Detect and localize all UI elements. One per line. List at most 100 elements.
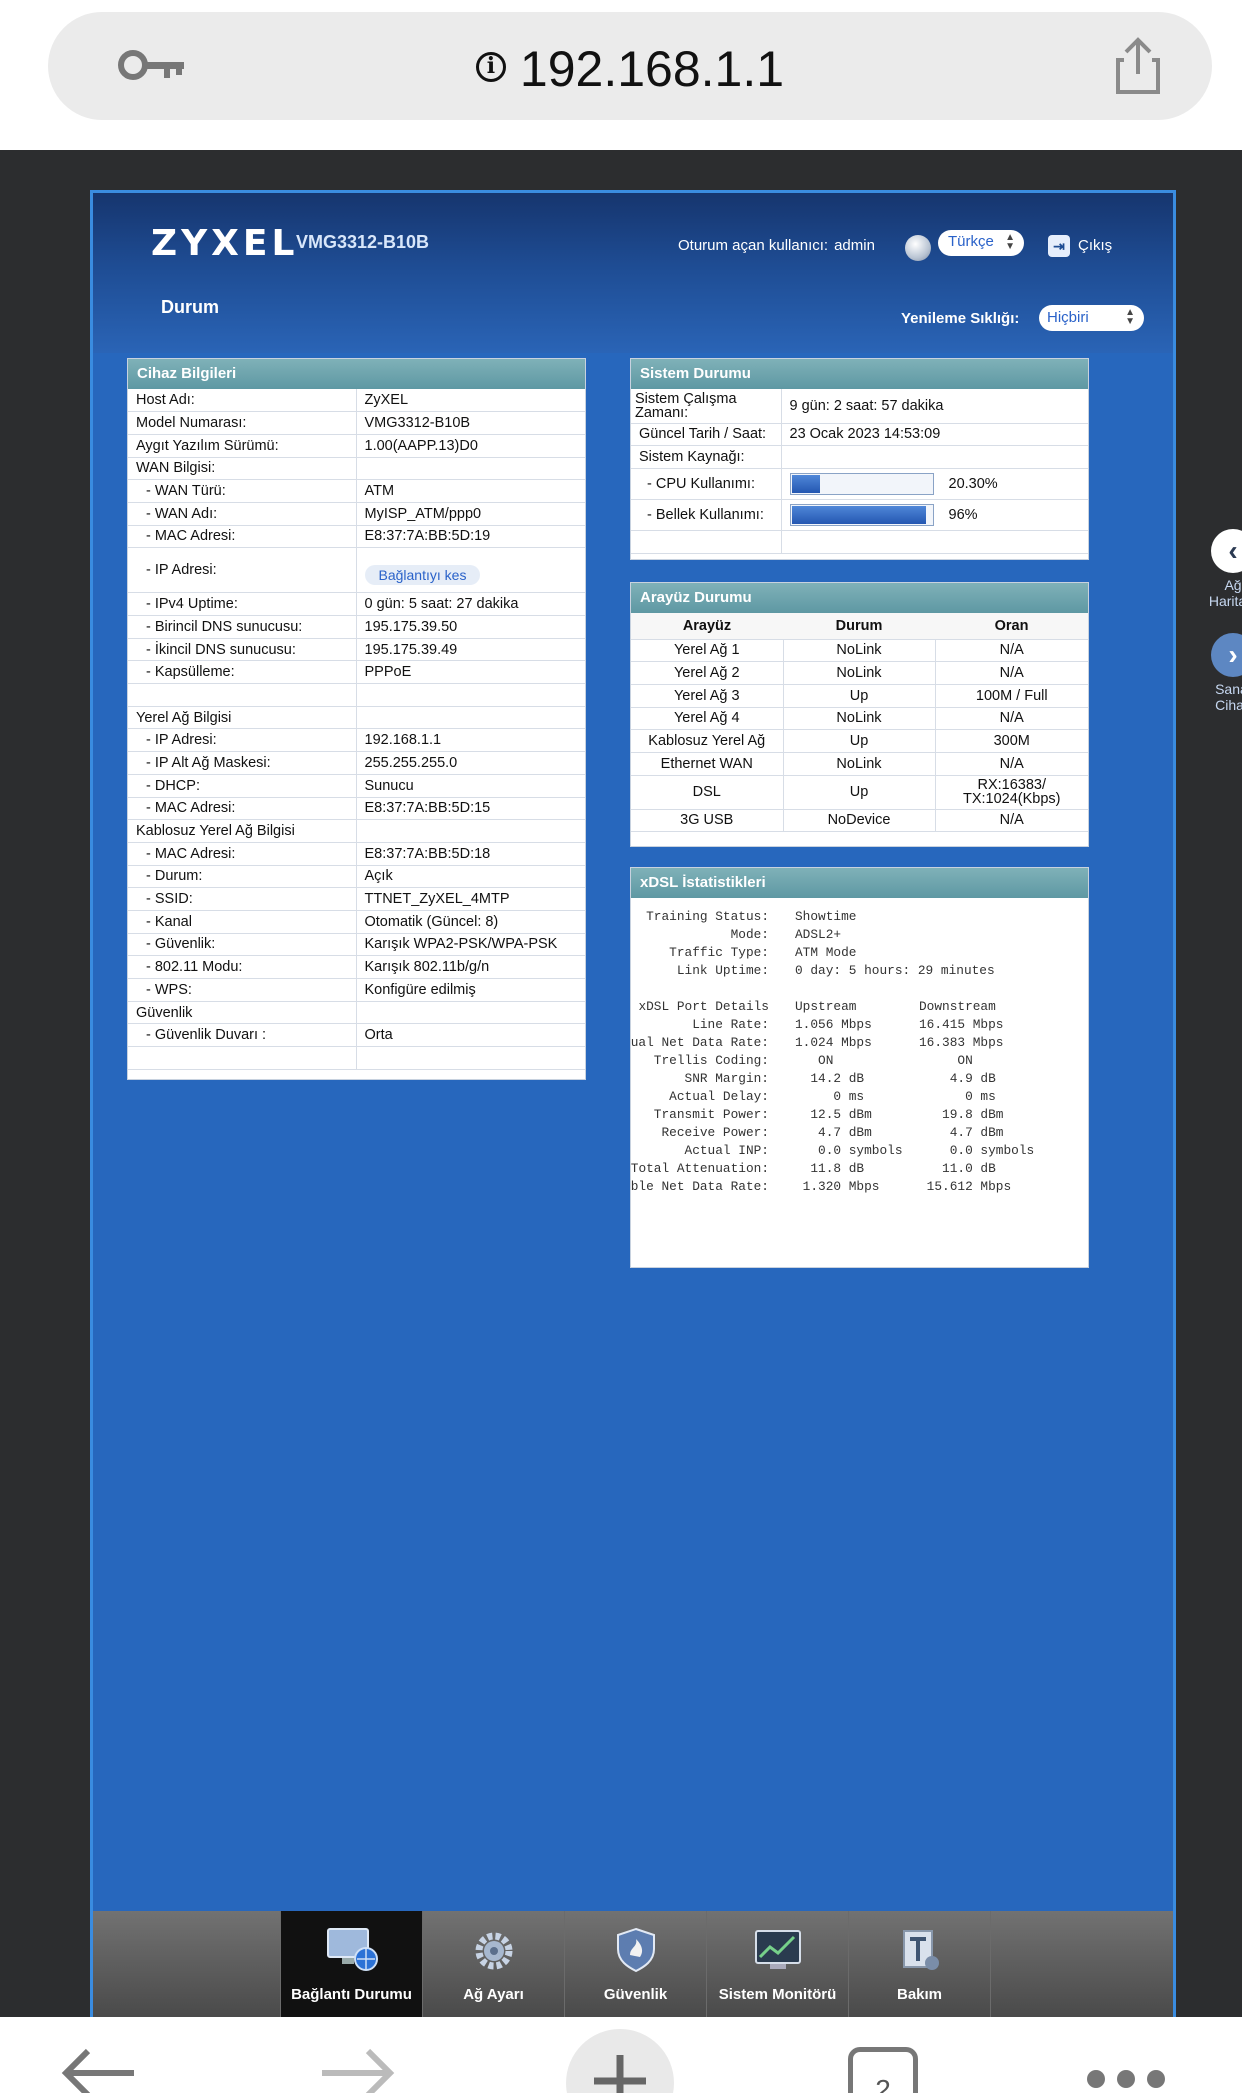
browser-bottom-toolbar: 2	[0, 2017, 1242, 2093]
interface-status-table: Arayüz Durum Oran Yerel Ağ 1 NoLink N/A Yer…	[631, 613, 1088, 833]
table-header-row: Arayüz Durum Oran	[631, 613, 1088, 640]
logout-icon[interactable]: ⇥	[1048, 235, 1070, 257]
xdsl-downstream-value: 4.7 dBm	[919, 1125, 1004, 1140]
table-row: Ethernet WAN NoLink N/A	[631, 752, 1088, 776]
interface-status-panel: Arayüz Durumu Arayüz Durum Oran Yerel Ağ…	[630, 582, 1089, 847]
share-icon[interactable]	[1114, 36, 1162, 96]
table-row: Sistem Çalışma Zamanı: 9 gün: 2 saat: 57…	[631, 389, 1088, 424]
nav-network-settings[interactable]: Ağ Ayarı	[423, 1911, 565, 2017]
network-map-link[interactable]: ‹ Ağ Haritası	[1201, 529, 1242, 609]
device-info-value: Karışık 802.11b/g/n	[356, 955, 585, 979]
memory-usage-fill	[791, 505, 926, 524]
xdsl-row: Attainable Net Data Rate: 1.320 Mbps 15.…	[631, 1178, 1088, 1196]
device-info-key: - Kapsülleme:	[128, 660, 357, 685]
table-row: Güncel Tarih / Saat: 23 Ocak 2023 14:53:…	[631, 423, 1088, 447]
interface-status: Up	[783, 775, 936, 810]
xdsl-row: Trellis Coding: ON ON	[631, 1052, 1088, 1070]
system-status-panel: Sistem Durumu Sistem Çalışma Zamanı: 9 g…	[630, 358, 1089, 560]
xdsl-row: Actual Delay: 0 ms 0 ms	[631, 1088, 1088, 1106]
device-info-key: Host Adı:	[128, 389, 357, 413]
interface-name: Yerel Ağ 3	[631, 684, 784, 708]
refresh-select[interactable]: Hiçbiri ▲ ▼	[1039, 305, 1144, 331]
device-info-value: Sunucu	[356, 774, 585, 798]
nav-system-monitor[interactable]: Sistem Monitörü	[707, 1911, 849, 2017]
url-display[interactable]: i 192.168.1.1	[48, 40, 1212, 98]
monitor-globe-icon	[326, 1928, 378, 1971]
language-select[interactable]: Türkçe ▲ ▼	[938, 230, 1024, 256]
xdsl-label: Traffic Type:	[669, 945, 769, 960]
page-title: Durum	[161, 297, 219, 317]
device-info-value	[356, 1001, 585, 1025]
plus-icon	[594, 2055, 646, 2093]
device-info-key: - Kanal	[128, 910, 357, 934]
nav-connection-status[interactable]: Bağlantı Durumu	[281, 1911, 423, 2017]
gear-icon	[475, 1932, 512, 1970]
xdsl-label: Actual Net Data Rate:	[631, 1035, 769, 1050]
xdsl-label: Attainable Net Data Rate:	[631, 1179, 769, 1194]
device-info-value: ZyXEL	[356, 389, 585, 413]
device-info-value: E8:37:7A:BB:5D:15	[356, 797, 585, 821]
shield-icon	[616, 1927, 655, 1973]
xdsl-upstream-value: 11.8 dB	[795, 1161, 865, 1176]
memory-label: - Bellek Kullanımı:	[631, 499, 782, 531]
table-row: - IP Adresi: Bağlantıyı kes	[128, 547, 585, 594]
xdsl-upstream-value: 0.0 symbols	[795, 1143, 903, 1158]
forward-arrow-icon[interactable]	[318, 2047, 398, 2093]
language-value: Türkçe	[948, 233, 994, 250]
new-tab-button[interactable]	[566, 2029, 674, 2093]
table-row: Sistem Kaynağı:	[631, 445, 1088, 469]
interface-status: NoDevice	[783, 809, 936, 833]
chevron-right-icon: ›	[1211, 633, 1242, 677]
table-row: Kablosuz Yerel Ağ Bilgisi	[128, 819, 585, 843]
device-info-key: - IP Alt Ağ Maskesi:	[128, 751, 357, 775]
device-info-key	[128, 683, 357, 707]
date-value: 23 Ocak 2023 14:53:09	[781, 423, 1088, 447]
table-row: Güvenlik	[128, 1001, 585, 1025]
xdsl-downstream-value: 16.383 Mbps	[919, 1035, 1004, 1050]
more-menu-icon[interactable]	[1084, 2067, 1168, 2091]
xdsl-label: Trellis Coding:	[653, 1053, 769, 1068]
xdsl-upstream-value: 1.024 Mbps	[795, 1035, 872, 1050]
device-info-value: E8:37:7A:BB:5D:18	[356, 842, 585, 866]
interface-name: Ethernet WAN	[631, 752, 784, 776]
device-info-key: - Güvenlik Duvarı :	[128, 1023, 357, 1048]
nav-maintenance[interactable]: Bakım	[849, 1911, 991, 2017]
xdsl-upstream-value: ATM Mode	[795, 945, 857, 960]
interface-status: NoLink	[783, 639, 936, 663]
interface-rate: N/A	[935, 809, 1088, 833]
interface-name: Yerel Ağ 1	[631, 639, 784, 663]
xdsl-downstream-value: 19.8 dBm	[919, 1107, 1004, 1122]
logout-link[interactable]: Çıkış	[1078, 237, 1112, 254]
table-row: WAN Bilgisi:	[128, 457, 585, 481]
xdsl-upstream-value: ON	[795, 1053, 834, 1068]
device-info-key: - IP Adresi:	[128, 728, 357, 753]
cpu-usage-fill	[791, 474, 821, 493]
table-row: Yerel Ağ 2 NoLink N/A	[631, 661, 1088, 685]
tab-count-button[interactable]: 2	[848, 2047, 918, 2093]
nav-security[interactable]: Güvenlik	[565, 1911, 707, 2017]
interface-status: NoLink	[783, 707, 936, 731]
back-arrow-icon[interactable]	[58, 2047, 138, 2093]
device-info-key: - İkincil DNS sunucusu:	[128, 638, 357, 662]
xdsl-label: Link Uptime:	[676, 963, 769, 978]
disconnect-button[interactable]: Bağlantıyı kes	[364, 565, 481, 586]
xdsl-row: Receive Power: 4.7 dBm 4.7 dBm	[631, 1124, 1088, 1142]
interface-name: Kablosuz Yerel Ağ	[631, 729, 784, 753]
table-row: - DHCP: Sunucu	[128, 774, 585, 798]
table-row: - Bellek Kullanımı: 96%	[631, 499, 1088, 531]
interface-rate: N/A	[935, 661, 1088, 685]
xdsl-downstream-value: 0 ms	[919, 1089, 996, 1104]
interface-name: Yerel Ağ 4	[631, 707, 784, 731]
interface-rate: 100M / Full	[935, 684, 1088, 708]
xdsl-upstream-value: Upstream	[795, 999, 857, 1014]
virtual-device-link[interactable]: › Sanal Cihaz	[1201, 633, 1242, 713]
col-rate: Oran	[935, 613, 1088, 640]
xdsl-label: Line Rate:	[692, 1017, 769, 1032]
device-info-key: - 802.11 Modu:	[128, 955, 357, 979]
col-interface: Arayüz	[631, 613, 783, 640]
device-info-value: 195.175.39.49	[356, 638, 585, 662]
info-icon[interactable]: i	[475, 51, 506, 82]
address-bar[interactable]: i 192.168.1.1	[48, 12, 1212, 120]
interface-rate: N/A	[935, 752, 1088, 776]
table-row: - Güvenlik Duvarı : Orta	[128, 1023, 585, 1048]
